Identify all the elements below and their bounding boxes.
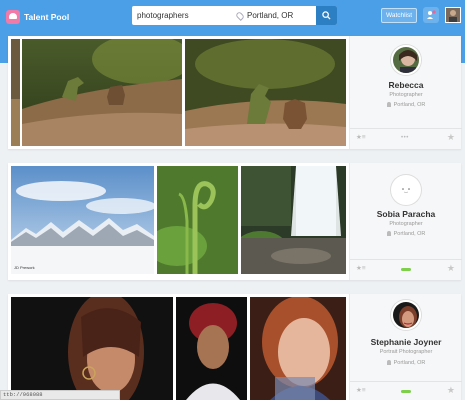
- favorite-star-icon[interactable]: ★: [447, 263, 455, 274]
- favorite-star-icon[interactable]: ★: [447, 132, 455, 143]
- talent-card[interactable]: Stephanie Joyner Portrait Photographer P…: [8, 294, 462, 400]
- profile-role: Photographer: [389, 221, 423, 227]
- portfolio-photo-portrait-redhead[interactable]: [250, 297, 346, 400]
- profile-footer: ★≡ ★: [350, 383, 462, 399]
- rating-count: ★≡: [356, 134, 366, 141]
- rating-count: ★≡: [356, 265, 366, 272]
- profile-role: Photographer: [389, 92, 423, 98]
- rating-count: ★≡: [356, 387, 366, 394]
- location-pin-icon: [235, 10, 245, 21]
- profile-divider: [350, 259, 462, 260]
- location-input[interactable]: [247, 11, 327, 20]
- online-status-indicator: [401, 390, 411, 393]
- status-bar-url: ttb://968088: [0, 390, 120, 400]
- user-avatar[interactable]: [445, 7, 461, 23]
- portfolio-photo-partial[interactable]: [11, 39, 20, 146]
- search-bar: [132, 6, 337, 25]
- portfolio-photo-portrait-woman[interactable]: [11, 297, 173, 400]
- profile-footer: ★≡ ★: [350, 261, 462, 277]
- talent-card[interactable]: Rebecca Photographer Portland, OR ★≡ •••…: [8, 36, 462, 149]
- watchlist-button[interactable]: Watchlist: [381, 8, 417, 23]
- brand[interactable]: Talent Pool: [6, 9, 69, 25]
- profile-avatar[interactable]: [391, 45, 421, 75]
- brand-name: Talent Pool: [24, 12, 70, 22]
- location-field-wrap: [235, 10, 327, 21]
- profile-location: Portland, OR: [350, 231, 462, 237]
- profile-panel: Rebecca Photographer Portland, OR ★≡ •••…: [349, 36, 462, 149]
- profile-panel: Sobia Paracha Photographer Portland, OR …: [349, 163, 462, 280]
- cupcake-logo-icon: [6, 10, 20, 24]
- profile-location: Portland, OR: [350, 360, 462, 366]
- photo-credit: JD Prework: [14, 265, 35, 270]
- profile-avatar[interactable]: [391, 300, 421, 330]
- profile-name[interactable]: Stephanie Joyner: [350, 337, 462, 347]
- search-button[interactable]: [316, 6, 337, 25]
- online-status-indicator: [401, 268, 411, 271]
- portfolio-photo-waterfall[interactable]: [241, 166, 346, 274]
- profile-name[interactable]: Sobia Paracha: [350, 209, 462, 219]
- user-avatar-image: [446, 8, 460, 22]
- profile-divider: [350, 128, 462, 129]
- profile-footer: ★≡ ••• ★: [350, 130, 462, 146]
- portfolio-photo-dinosaur-deer[interactable]: [22, 39, 182, 146]
- portfolio-photo-portrait-headwrap[interactable]: [176, 297, 247, 400]
- talent-card[interactable]: JD Prework Sobia Paracha Photographer Po…: [8, 163, 462, 280]
- profile-role: Portrait Photographer: [379, 349, 433, 355]
- notifications-button[interactable]: [423, 7, 439, 23]
- search-icon: [322, 11, 331, 20]
- profile-name[interactable]: Rebecca: [350, 80, 462, 90]
- profile-panel: Stephanie Joyner Portrait Photographer P…: [349, 294, 462, 400]
- profile-location: Portland, OR: [350, 102, 462, 108]
- portfolio-photo-fern[interactable]: [157, 166, 238, 274]
- profile-divider: [350, 381, 462, 382]
- portfolio-photo-mountains[interactable]: JD Prework: [11, 166, 154, 274]
- portfolio-photo-dinosaur-closeup[interactable]: [185, 39, 346, 146]
- profile-avatar[interactable]: [391, 175, 421, 205]
- add-user-icon: [427, 10, 436, 19]
- status-dots: •••: [401, 135, 409, 141]
- search-input[interactable]: [132, 11, 235, 20]
- favorite-star-icon[interactable]: ★: [447, 385, 455, 396]
